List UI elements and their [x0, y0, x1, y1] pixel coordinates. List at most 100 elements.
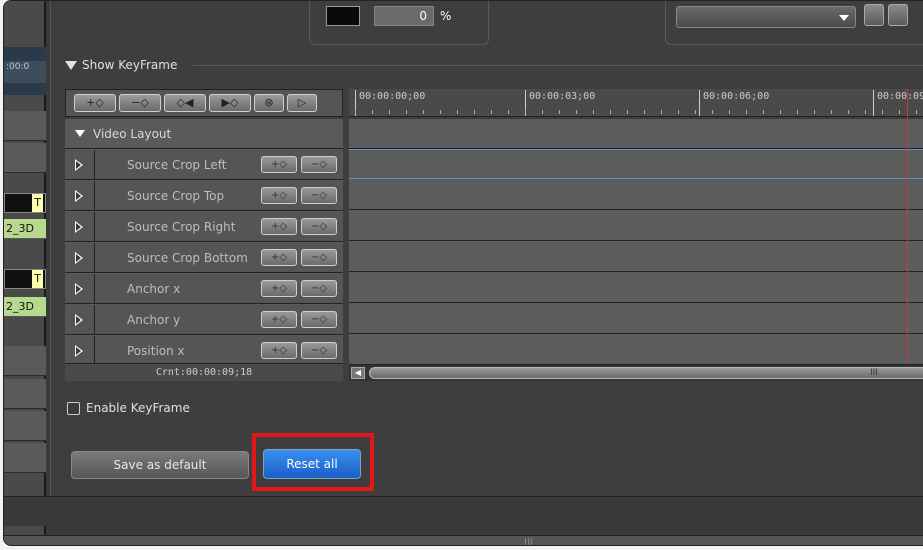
- param-group-video-layout[interactable]: Video Layout: [65, 119, 343, 149]
- param-row[interactable]: Anchor y +◇ −◇: [65, 305, 343, 335]
- param-row[interactable]: Anchor x +◇ −◇: [65, 274, 343, 304]
- expand-row-button[interactable]: [65, 336, 95, 366]
- param-row[interactable]: Position x +◇ −◇: [65, 336, 343, 366]
- highlight-annotation: [252, 433, 374, 491]
- add-keyframe-button[interactable]: +◇: [261, 342, 297, 359]
- expand-row-button[interactable]: [65, 150, 95, 180]
- ruler-tick: [848, 110, 849, 114]
- keyframe-toolbar: +◇ −◇ ◇◀ ▶◇ ⊛ ▷: [65, 89, 343, 117]
- param-label: Source Crop Bottom: [127, 251, 248, 265]
- expand-row-button[interactable]: [65, 212, 95, 242]
- param-label: Anchor y: [127, 313, 181, 327]
- timeline-track[interactable]: [4, 111, 46, 141]
- window: :00:0 T 2_3D T 2_3D 0 % Show KeyFrame +◇: [3, 0, 923, 546]
- ruler-tick: [746, 110, 747, 114]
- preset-dropdown[interactable]: [676, 6, 856, 28]
- timeline-track[interactable]: [4, 411, 46, 441]
- ruler-tick: [491, 110, 492, 114]
- remove-keyframe-button[interactable]: −◇: [301, 187, 337, 204]
- add-keyframe-button[interactable]: +◇: [261, 249, 297, 266]
- checkbox-icon[interactable]: [67, 401, 80, 415]
- expand-triangle-icon: [75, 159, 83, 171]
- timeline-strip: :00:0 T 2_3D T 2_3D: [4, 1, 46, 545]
- track-row[interactable]: [349, 304, 923, 334]
- param-row[interactable]: Source Crop Top +◇ −◇: [65, 181, 343, 211]
- timeline-track[interactable]: [4, 143, 46, 173]
- bottom-scrollbar[interactable]: III: [4, 535, 923, 545]
- horizontal-scrollbar[interactable]: ◀ III: [349, 365, 923, 381]
- group-label: Video Layout: [93, 127, 172, 141]
- param-row[interactable]: Source Crop Right +◇ −◇: [65, 212, 343, 242]
- add-keyframe-button[interactable]: +◇: [74, 94, 116, 112]
- next-keyframe-button[interactable]: ▶◇: [209, 94, 251, 112]
- ruler-major-tick: [699, 90, 700, 116]
- remove-keyframe-button[interactable]: −◇: [301, 342, 337, 359]
- remove-keyframe-button[interactable]: −◇: [301, 249, 337, 266]
- delete-preset-icon[interactable]: [888, 4, 908, 26]
- ruler-tick: [627, 110, 628, 114]
- param-label: Source Crop Left: [127, 158, 227, 172]
- track-row[interactable]: [349, 180, 923, 210]
- timeline-clip[interactable]: T: [4, 269, 46, 289]
- show-keyframe-toggle[interactable]: Show KeyFrame: [65, 58, 177, 72]
- ruler-tick: [372, 110, 373, 114]
- track-row[interactable]: [349, 273, 923, 303]
- timeline-track[interactable]: [4, 346, 46, 376]
- ruler-tick: [831, 110, 832, 114]
- color-swatch[interactable]: [326, 6, 360, 26]
- track-row[interactable]: [349, 149, 923, 179]
- add-keyframe-button[interactable]: +◇: [261, 187, 297, 204]
- playhead-line[interactable]: [907, 89, 908, 363]
- play-button[interactable]: ▷: [287, 94, 317, 112]
- param-label: Anchor x: [127, 282, 181, 296]
- remove-keyframe-button[interactable]: −◇: [301, 280, 337, 297]
- save-icon[interactable]: [864, 4, 884, 26]
- ruler-tick: [457, 110, 458, 114]
- prev-keyframe-button[interactable]: ◇◀: [164, 94, 206, 112]
- ruler-tick: [440, 110, 441, 114]
- add-keyframe-button[interactable]: +◇: [261, 280, 297, 297]
- ruler-tick: [814, 110, 815, 114]
- keyframe-time-ruler[interactable]: 00:00:00;00 00:00:03;00 00:00:06;00 00:0…: [349, 89, 923, 117]
- effect-settings-panel: 0 % Show KeyFrame +◇ −◇ ◇◀ ▶◇ ⊛ ▷ 00:00:…: [50, 1, 923, 496]
- loop-button[interactable]: ⊛: [254, 94, 284, 112]
- track-row[interactable]: [349, 242, 923, 272]
- keyframe-track-area[interactable]: [349, 119, 923, 365]
- add-keyframe-button[interactable]: +◇: [261, 218, 297, 235]
- scroll-left-icon[interactable]: ◀: [351, 367, 365, 379]
- add-keyframe-button[interactable]: +◇: [261, 311, 297, 328]
- scroll-thumb[interactable]: III: [369, 367, 923, 379]
- track-row[interactable]: [349, 119, 923, 149]
- param-label: Position x: [127, 344, 185, 358]
- param-row[interactable]: Source Crop Bottom +◇ −◇: [65, 243, 343, 273]
- save-as-default-button[interactable]: Save as default: [71, 451, 249, 479]
- param-row[interactable]: Source Crop Left +◇ −◇: [65, 150, 343, 180]
- timeline-clip[interactable]: T: [4, 193, 46, 213]
- add-keyframe-button[interactable]: +◇: [261, 156, 297, 173]
- ruler-tick: [780, 110, 781, 114]
- ruler-tick: [559, 110, 560, 114]
- enable-keyframe-checkbox[interactable]: Enable KeyFrame: [67, 401, 190, 415]
- remove-keyframe-button[interactable]: −◇: [301, 156, 337, 173]
- timeline-clip[interactable]: 2_3D: [4, 219, 46, 239]
- track-row[interactable]: [349, 211, 923, 241]
- expand-row-button[interactable]: [65, 274, 95, 304]
- expand-row-button[interactable]: [65, 305, 95, 335]
- timeline-timecode: :00:0: [4, 61, 46, 83]
- keyframe-param-list: Video Layout Source Crop Left +◇ −◇ Source …: [65, 119, 343, 366]
- expand-row-button[interactable]: [65, 181, 95, 211]
- ruler-tick: [865, 110, 866, 114]
- percent-input[interactable]: 0: [374, 6, 434, 26]
- timeline-track[interactable]: [4, 443, 46, 473]
- timeline-track[interactable]: [4, 379, 46, 409]
- expand-row-button[interactable]: [65, 243, 95, 273]
- remove-keyframe-button[interactable]: −◇: [119, 94, 161, 112]
- track-row[interactable]: [349, 335, 923, 365]
- timeline-clip[interactable]: 2_3D: [4, 297, 46, 317]
- remove-keyframe-button[interactable]: −◇: [301, 218, 337, 235]
- scroll-grip: III: [870, 368, 878, 378]
- remove-keyframe-button[interactable]: −◇: [301, 311, 337, 328]
- ruler-tick: [610, 110, 611, 114]
- ruler-tick: [661, 110, 662, 114]
- percent-unit: %: [440, 9, 452, 23]
